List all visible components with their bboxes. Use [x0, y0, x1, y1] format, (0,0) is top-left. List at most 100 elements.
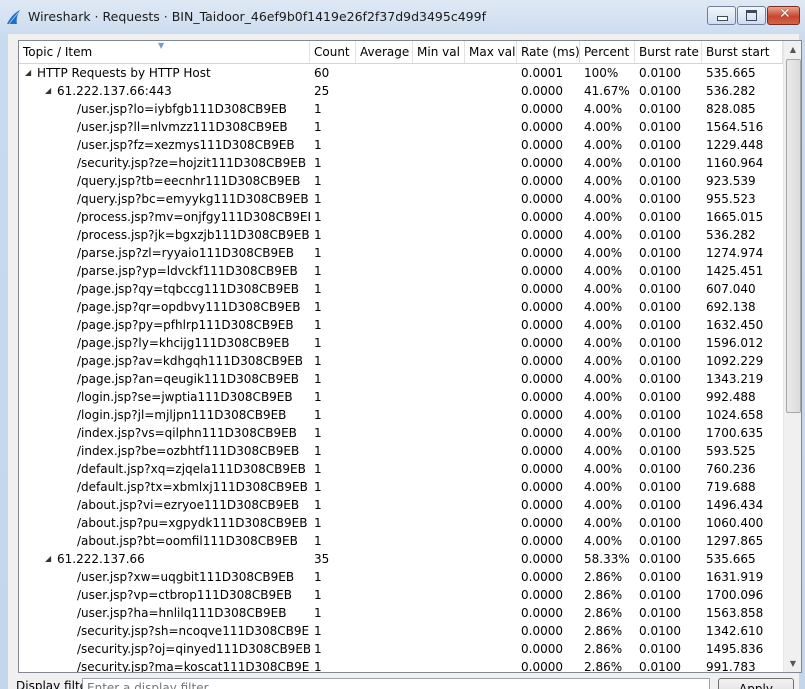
- tree-leaf-row[interactable]: /login.jsp?se=jwptia111D308CB9EB 1 0.0000 4…: [19, 388, 783, 406]
- tree-group-row[interactable]: ◢ HTTP Requests by HTTP Host 60 0.0001 100% 0…: [19, 64, 783, 82]
- expand-arrow-icon[interactable]: ◢: [25, 64, 31, 82]
- tree-leaf-row[interactable]: /about.jsp?vi=ezryoe111D308CB9EB 1 0.0000 4…: [19, 496, 783, 514]
- tree-leaf-row[interactable]: /page.jsp?av=kdhgqh111D308CB9EB 1 0.0000 4.…: [19, 352, 783, 370]
- tree-group-row[interactable]: ◢ 61.222.137.66 35 0.0000 58.33% 0.0100 535.66…: [19, 550, 783, 568]
- tree-leaf-row[interactable]: /index.jsp?be=ozbhtf111D308CB9EB 1 0.0000 4…: [19, 442, 783, 460]
- col-topic-cell: /page.jsp?av=kdhgqh111D308CB9EB: [77, 354, 304, 368]
- col-count-cell: 1: [314, 156, 322, 170]
- col-percent-cell: 4.00%: [584, 120, 623, 134]
- stats-tree-view[interactable]: Topic / Item Count Average Min val Max val Ra…: [18, 40, 802, 673]
- col-burst-rate-cell: 0.0100: [639, 192, 681, 206]
- col-rate-cell: 0.0000: [521, 552, 563, 566]
- tree-leaf-row[interactable]: /user.jsp?fz=xezmys111D308CB9EB 1 0.0000 4.…: [19, 136, 783, 154]
- tree-leaf-row[interactable]: /login.jsp?jl=mjljpn111D308CB9EB 1 0.0000 4…: [19, 406, 783, 424]
- col-topic-cell: 61.222.137.66: [57, 552, 145, 566]
- col-rate-header[interactable]: Rate (ms): [517, 41, 580, 63]
- col-burst-start-cell: 1229.448: [706, 138, 764, 152]
- scroll-up-arrow-icon[interactable]: ▲: [784, 41, 801, 58]
- tree-leaf-row[interactable]: /user.jsp?lo=iybfgb111D308CB9EB 1 0.0000 4.…: [19, 100, 783, 118]
- tree-leaf-row[interactable]: /page.jsp?qy=tqbccg111D308CB9EB 1 0.0000 4.…: [19, 280, 783, 298]
- col-burst-start-cell: 991.783: [706, 660, 756, 673]
- col-percent-header[interactable]: Percent: [580, 41, 635, 63]
- tree-leaf-row[interactable]: /default.jsp?xq=zjqela111D308CB9EB 1 0.000…: [19, 460, 783, 478]
- tree-leaf-row[interactable]: /index.jsp?vs=qilphn111D308CB9EB 1 0.0000 4…: [19, 424, 783, 442]
- col-burst-rate-header[interactable]: Burst rate: [635, 41, 702, 63]
- col-topic-cell: /user.jsp?lo=iybfgb111D308CB9EB: [77, 102, 287, 116]
- col-topic-cell: /query.jsp?bc=emyykg111D308CB9EB: [77, 192, 309, 206]
- scrollbar-thumb[interactable]: [786, 59, 801, 413]
- col-count-cell: 1: [314, 390, 322, 404]
- vertical-scrollbar[interactable]: ▲ ▼: [783, 41, 801, 672]
- col-topic-cell: /security.jsp?ma=koscat111D308CB9EB: [77, 660, 310, 673]
- col-burst-rate-cell: 0.0100: [639, 336, 681, 350]
- col-rate-cell: 0.0000: [521, 516, 563, 530]
- col-burst-rate-cell: 0.0100: [639, 102, 681, 116]
- col-rate-cell: 0.0000: [521, 534, 563, 548]
- col-burst-start-cell: 923.539: [706, 174, 756, 188]
- tree-leaf-row[interactable]: /page.jsp?qr=opdbvy111D308CB9EB 1 0.0000 4.…: [19, 298, 783, 316]
- tree-leaf-row[interactable]: /security.jsp?ze=hojzit111D308CB9EB 1 0.00…: [19, 154, 783, 172]
- tree-leaf-row[interactable]: /user.jsp?ll=nlvmzz111D308CB9EB 1 0.0000 4.…: [19, 118, 783, 136]
- col-count-header[interactable]: Count: [310, 41, 356, 63]
- col-burst-start-cell: 1092.229: [706, 354, 764, 368]
- close-button[interactable]: ✕: [767, 6, 800, 25]
- col-topic-cell: /user.jsp?fz=xezmys111D308CB9EB: [77, 138, 295, 152]
- tree-leaf-row[interactable]: /process.jsp?jk=bgxzjb111D308CB9EB 1 0.000…: [19, 226, 783, 244]
- display-filter-input[interactable]: [82, 678, 710, 689]
- col-burst-rate-cell: 0.0100: [639, 516, 681, 530]
- col-burst-start-cell: 760.236: [706, 462, 756, 476]
- col-burst-rate-cell: 0.0100: [639, 138, 681, 152]
- col-topic-cell: /index.jsp?vs=qilphn111D308CB9EB: [77, 426, 297, 440]
- tree-leaf-row[interactable]: /page.jsp?ly=khcijg111D308CB9EB 1 0.0000 4.…: [19, 334, 783, 352]
- col-burst-rate-cell: 0.0100: [639, 426, 681, 440]
- tree-leaf-row[interactable]: /about.jsp?bt=oomfil111D308CB9EB 1 0.0000 4…: [19, 532, 783, 550]
- tree-leaf-row[interactable]: /security.jsp?oj=qinyed111D308CB9EB 1 0.00…: [19, 640, 783, 658]
- tree-leaf-row[interactable]: /parse.jsp?yp=ldvckf111D308CB9EB 1 0.0000 4…: [19, 262, 783, 280]
- tree-leaf-row[interactable]: /user.jsp?ha=hnlilq111D308CB9EB 1 0.0000 2.…: [19, 604, 783, 622]
- title-bar[interactable]: Wireshark · Requests · BIN_Taidoor_46ef9…: [0, 0, 805, 34]
- col-min-val-header[interactable]: Min val: [413, 41, 465, 63]
- expand-arrow-icon[interactable]: ◢: [45, 82, 51, 100]
- col-burst-rate-cell: 0.0100: [639, 246, 681, 260]
- col-topic-cell: /login.jsp?jl=mjljpn111D308CB9EB: [77, 408, 287, 422]
- tree-leaf-row[interactable]: /parse.jsp?zl=ryyaio111D308CB9EB 1 0.0000 4…: [19, 244, 783, 262]
- col-topic-cell: /index.jsp?be=ozbhtf111D308CB9EB: [77, 444, 300, 458]
- tree-leaf-row[interactable]: /user.jsp?xw=uqgbit111D308CB9EB 1 0.0000 2.…: [19, 568, 783, 586]
- apply-button[interactable]: Apply: [718, 678, 794, 689]
- tree-leaf-row[interactable]: /security.jsp?sh=ncoqve111D308CB9EB 1 0.00…: [19, 622, 783, 640]
- tree-group-row[interactable]: ◢ 61.222.137.66:443 25 0.0000 41.67% 0.0100 53…: [19, 82, 783, 100]
- tree-leaf-row[interactable]: /page.jsp?py=pfhlrp111D308CB9EB 1 0.0000 4.…: [19, 316, 783, 334]
- col-burst-start-header[interactable]: Burst start: [702, 41, 783, 63]
- tree-leaf-row[interactable]: /about.jsp?pu=xgpydk111D308CB9EB 1 0.0000 4…: [19, 514, 783, 532]
- col-percent-cell: 4.00%: [584, 192, 623, 206]
- col-rate-cell: 0.0000: [521, 660, 563, 673]
- col-topic-cell: /process.jsp?jk=bgxzjb111D308CB9EB: [77, 228, 310, 242]
- col-rate-cell: 0.0000: [521, 408, 563, 422]
- col-count-cell: 1: [314, 174, 322, 188]
- col-percent-cell: 2.86%: [584, 606, 623, 620]
- col-max-val-header[interactable]: Max val: [465, 41, 517, 63]
- maximize-button[interactable]: [737, 6, 766, 25]
- col-topic-cell: /user.jsp?xw=uqgbit111D308CB9EB: [77, 570, 295, 584]
- col-average-header[interactable]: Average: [356, 41, 413, 63]
- col-topic-header[interactable]: Topic / Item: [19, 41, 310, 63]
- scroll-down-arrow-icon[interactable]: ▼: [784, 655, 801, 672]
- expand-arrow-icon[interactable]: ◢: [45, 550, 51, 568]
- col-burst-start-cell: 1342.610: [706, 624, 764, 638]
- col-rate-cell: 0.0000: [521, 174, 563, 188]
- col-count-cell: 1: [314, 300, 322, 314]
- col-rate-cell: 0.0000: [521, 318, 563, 332]
- col-burst-rate-cell: 0.0100: [639, 390, 681, 404]
- tree-leaf-row[interactable]: /page.jsp?an=qeugik111D308CB9EB 1 0.0000 4.…: [19, 370, 783, 388]
- col-burst-rate-cell: 0.0100: [639, 480, 681, 494]
- col-burst-rate-cell: 0.0100: [639, 534, 681, 548]
- col-count-cell: 1: [314, 408, 322, 422]
- tree-leaf-row[interactable]: /query.jsp?bc=emyykg111D308CB9EB 1 0.0000 4…: [19, 190, 783, 208]
- tree-leaf-row[interactable]: /query.jsp?tb=eecnhr111D308CB9EB 1 0.0000 4…: [19, 172, 783, 190]
- tree-leaf-row[interactable]: /security.jsp?ma=koscat111D308CB9EB 1 0.00…: [19, 658, 783, 673]
- tree-leaf-row[interactable]: /user.jsp?vp=ctbrop111D308CB9EB 1 0.0000 2.…: [19, 586, 783, 604]
- col-rate-cell: 0.0000: [521, 156, 563, 170]
- tree-leaf-row[interactable]: /process.jsp?mv=onjfgy111D308CB9EB 1 0.000…: [19, 208, 783, 226]
- minimize-button[interactable]: [707, 6, 736, 25]
- tree-leaf-row[interactable]: /default.jsp?tx=xbmlxj111D308CB9EB 1 0.000…: [19, 478, 783, 496]
